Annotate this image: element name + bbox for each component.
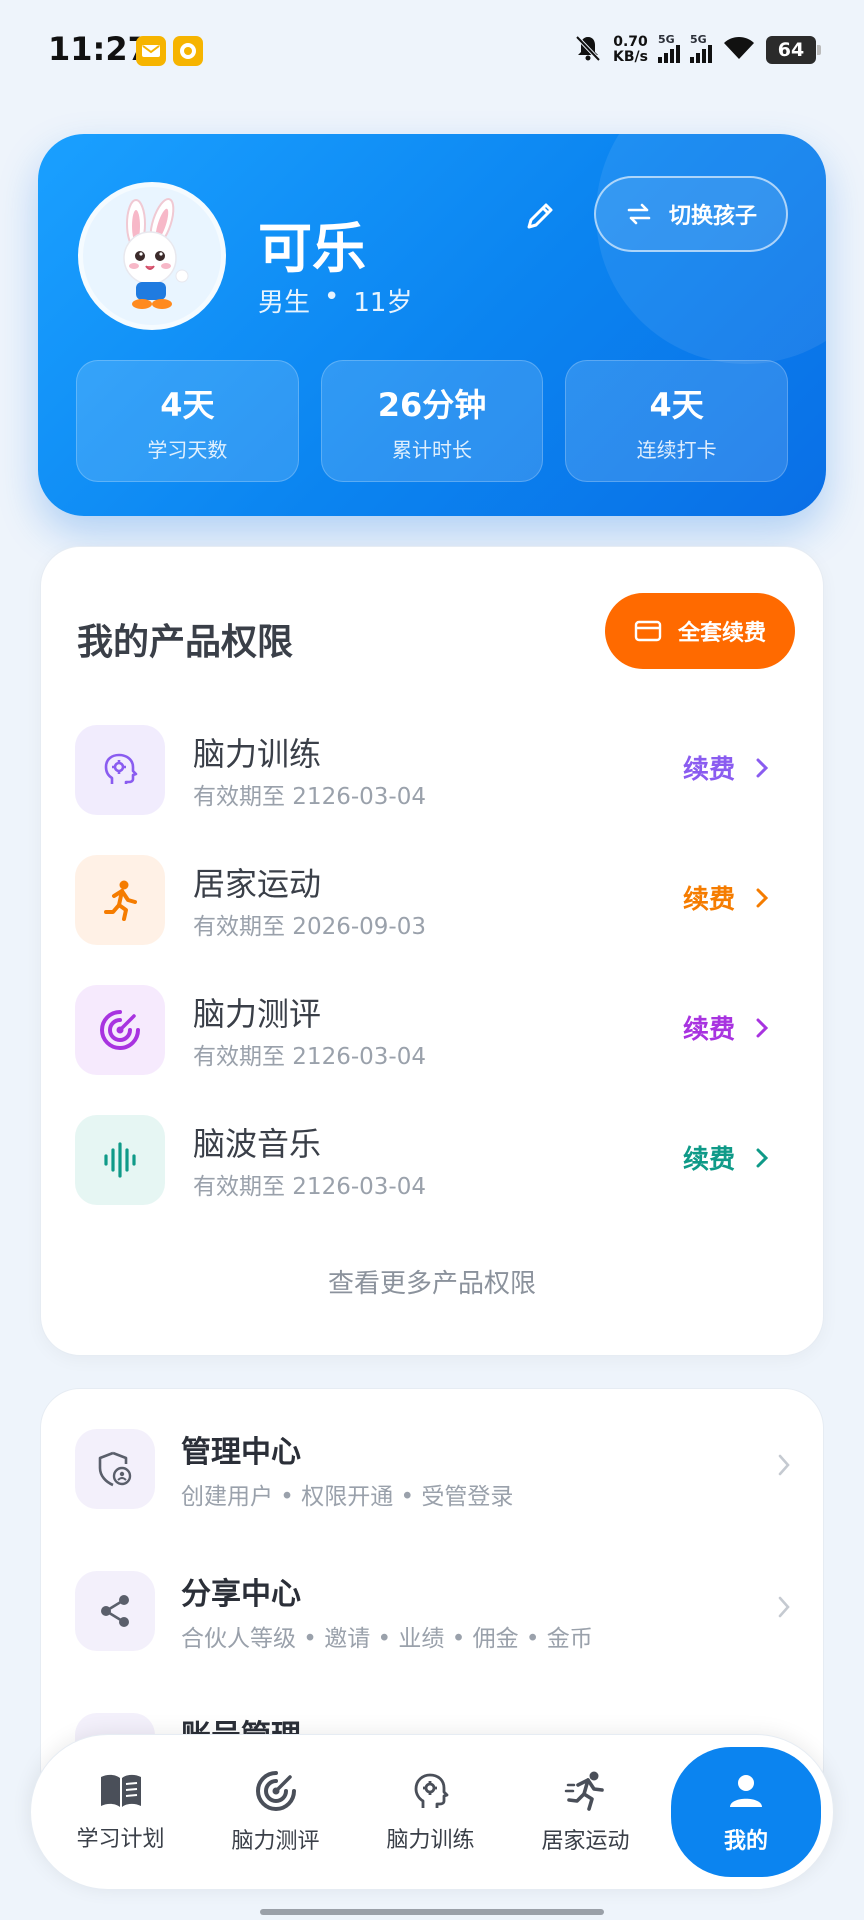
profile-card: 可乐 男生 • 11岁 切换孩子 4天 学习天数 26分钟 累计时长 4天 连续… — [38, 134, 826, 516]
product-name: 脑波音乐 — [193, 1125, 322, 1163]
view-more-permissions-link[interactable]: 查看更多产品权限 — [41, 1263, 823, 1300]
switch-child-button[interactable]: 切换孩子 — [594, 176, 788, 252]
nav-label: 我的 — [723, 1829, 768, 1854]
child-meta: 男生 • 11岁 — [258, 282, 412, 319]
product-name: 脑力测评 — [193, 995, 322, 1033]
net-speed: 0.70 KB/s — [613, 34, 648, 65]
nav-tab-study-plan[interactable]: 学习计划 — [43, 1747, 198, 1877]
product-name: 居家运动 — [193, 865, 322, 903]
child-name: 可乐 — [258, 217, 366, 280]
product-expiry: 有效期至 2126-03-04 — [193, 1174, 426, 1200]
card-icon — [634, 620, 662, 642]
share-icon — [75, 1571, 155, 1651]
meta-separator: • — [324, 282, 340, 312]
mute-bell-icon — [573, 33, 603, 67]
product-expiry: 有效期至 2126-03-04 — [193, 1044, 426, 1070]
person-icon — [730, 1775, 762, 1807]
stats-row: 4天 学习天数 26分钟 累计时长 4天 连续打卡 — [76, 360, 789, 482]
nav-label: 学习计划 — [76, 1827, 165, 1852]
target-icon — [255, 1771, 296, 1811]
running-icon — [564, 1771, 604, 1811]
product-expiry: 有效期至 2126-03-04 — [193, 784, 426, 810]
menu-title: 分享中心 — [181, 1577, 301, 1612]
chevron-right-icon — [778, 1454, 790, 1476]
status-time: 11:27 — [48, 30, 150, 68]
book-icon — [100, 1774, 141, 1807]
nav-tab-brain-training[interactable]: 脑力训练 — [353, 1747, 508, 1877]
running-icon — [75, 855, 165, 945]
child-gender: 男生 — [258, 288, 311, 318]
swap-arrows-icon — [627, 203, 651, 225]
renew-link[interactable]: 续费 — [683, 1009, 769, 1046]
nav-tab-brain-assessment[interactable]: 脑力测评 — [198, 1747, 353, 1877]
stat-total-duration: 26分钟 累计时长 — [320, 360, 544, 482]
section-title: 我的产品权限 — [77, 622, 294, 663]
nav-label: 脑力测评 — [231, 1829, 320, 1854]
renew-link[interactable]: 续费 — [683, 749, 769, 786]
bottom-nav: 学习计划 脑力测评 脑力训练 居家运动 我的 — [30, 1734, 834, 1890]
battery-icon: 64 — [766, 36, 821, 64]
app-notification-icon — [173, 36, 203, 66]
product-permissions-card: 我的产品权限 全套续费 脑力训练 有效期至 2126-03-04 续费 居家运动… — [40, 546, 824, 1356]
target-icon — [75, 985, 165, 1075]
renew-all-button[interactable]: 全套续费 — [605, 593, 795, 669]
chevron-right-icon — [778, 1596, 790, 1618]
product-row-home-exercise[interactable]: 居家运动 有效期至 2026-09-03 续费 — [75, 851, 795, 947]
avatar[interactable] — [78, 182, 226, 330]
shield-user-icon — [75, 1429, 155, 1509]
switch-child-label: 切换孩子 — [668, 204, 757, 229]
signal-2-icon: 5G — [690, 33, 712, 63]
chevron-right-icon — [756, 758, 769, 777]
product-row-brain-training[interactable]: 脑力训练 有效期至 2126-03-04 续费 — [75, 721, 795, 817]
home-indicator[interactable] — [260, 1909, 604, 1915]
menu-item-share-center[interactable]: 分享中心 合伙人等级 • 邀请 • 业绩 • 佣金 • 金币 — [75, 1559, 791, 1659]
menu-item-management-center[interactable]: 管理中心 创建用户 • 权限开通 • 受管登录 — [75, 1417, 791, 1517]
status-bar: 11:27 0.70 KB/s 5G 5G 64 — [0, 0, 864, 100]
chevron-right-icon — [756, 888, 769, 907]
renew-link[interactable]: 续费 — [683, 879, 769, 916]
nav-tab-mine[interactable]: 我的 — [671, 1747, 821, 1877]
chevron-right-icon — [756, 1148, 769, 1167]
signal-1-icon: 5G — [658, 33, 680, 63]
renew-link[interactable]: 续费 — [683, 1139, 769, 1176]
stat-streak: 4天 连续打卡 — [565, 360, 789, 482]
soundwave-icon — [75, 1115, 165, 1205]
nav-label: 脑力训练 — [386, 1828, 475, 1853]
product-name: 脑力训练 — [193, 735, 322, 773]
product-expiry: 有效期至 2026-09-03 — [193, 914, 426, 940]
menu-subtitle: 合伙人等级 • 邀请 • 业绩 • 佣金 • 金币 — [181, 1626, 593, 1652]
brain-gear-icon — [414, 1773, 448, 1808]
pencil-icon — [527, 203, 553, 229]
wifi-icon — [722, 35, 756, 65]
edit-profile-button[interactable] — [518, 194, 562, 238]
nav-tab-home-exercise[interactable]: 居家运动 — [508, 1747, 663, 1877]
child-age: 11岁 — [353, 288, 413, 318]
stat-study-days: 4天 学习天数 — [76, 360, 299, 482]
product-row-brainwave-music[interactable]: 脑波音乐 有效期至 2126-03-04 续费 — [75, 1111, 795, 1207]
chevron-right-icon — [756, 1018, 769, 1037]
bunny-avatar-icon — [123, 198, 189, 309]
brain-gear-icon — [75, 725, 165, 815]
mail-notification-icon — [136, 36, 166, 66]
menu-title: 管理中心 — [181, 1435, 301, 1470]
product-row-brain-assessment[interactable]: 脑力测评 有效期至 2126-03-04 续费 — [75, 981, 795, 1077]
nav-label: 居家运动 — [541, 1829, 630, 1854]
menu-subtitle: 创建用户 • 权限开通 • 受管登录 — [181, 1484, 514, 1510]
